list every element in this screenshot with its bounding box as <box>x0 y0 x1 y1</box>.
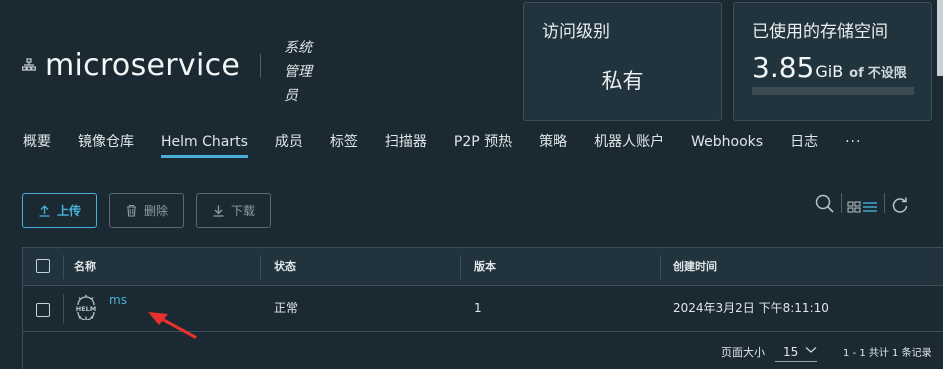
toolbar-separator <box>884 193 885 213</box>
column-separator[interactable] <box>460 255 461 279</box>
download-button[interactable]: 下载 <box>196 193 271 228</box>
table-header: 名称 状态 版本 创建时间 <box>23 248 943 286</box>
column-separator[interactable] <box>260 255 261 279</box>
select-all-checkbox[interactable] <box>36 259 50 273</box>
download-label: 下载 <box>230 204 255 218</box>
column-separator[interactable] <box>660 255 661 279</box>
tab-p2p-preheat[interactable]: P2P 预热 <box>454 130 512 158</box>
tab-policy[interactable]: 策略 <box>539 130 567 158</box>
tab-scanner[interactable]: 扫描器 <box>385 130 427 158</box>
tab-helm-charts[interactable]: Helm Charts <box>161 130 248 158</box>
delete-button[interactable]: 删除 <box>109 193 184 228</box>
column-header-name[interactable]: 名称 <box>74 248 96 285</box>
access-level-title: 访问级别 <box>542 22 610 42</box>
project-icon <box>22 58 36 71</box>
tab-labels[interactable]: 标签 <box>330 130 358 158</box>
helm-icon: HELM <box>76 294 97 320</box>
tab-robot-accounts[interactable]: 机器人账户 <box>594 130 664 158</box>
storage-card: 已使用的存储空间 3.85GiB of 不设限 <box>733 2 932 121</box>
project-title: microservice <box>45 48 241 83</box>
tab-repositories[interactable]: 镜像仓库 <box>78 130 134 158</box>
download-icon <box>213 205 224 217</box>
row-checkbox[interactable] <box>36 303 50 317</box>
chart-created-time: 2024年3月2日 下午8:11:10 <box>673 301 829 315</box>
chart-status: 正常 <box>274 301 299 315</box>
svg-text:HELM: HELM <box>76 305 97 313</box>
column-header-status[interactable]: 状态 <box>274 248 296 285</box>
page-size-label: 页面大小 <box>721 346 765 359</box>
upload-label: 上传 <box>56 204 81 218</box>
storage-limit: 不设限 <box>867 66 907 81</box>
storage-unit: GiB <box>815 62 844 81</box>
column-header-created[interactable]: 创建时间 <box>673 248 717 285</box>
storage-of: of <box>849 66 864 81</box>
page-size-value: 15 <box>783 345 799 359</box>
tab-logs[interactable]: 日志 <box>790 130 818 158</box>
view-toggle-icon[interactable] <box>847 196 879 218</box>
search-icon[interactable] <box>814 193 836 215</box>
storage-used: 3.85 <box>752 51 815 84</box>
trash-icon <box>126 204 136 217</box>
upload-icon <box>39 205 50 217</box>
access-level-card: 访问级别 私有 <box>523 2 722 121</box>
page-size-select[interactable]: 15 <box>775 340 817 362</box>
row-separator <box>63 294 64 324</box>
title-divider <box>260 54 261 78</box>
upload-button[interactable]: 上传 <box>22 193 97 228</box>
tab-summary[interactable]: 概要 <box>23 130 51 158</box>
annotation-arrow-icon <box>148 312 197 339</box>
chart-version: 1 <box>474 301 482 315</box>
delete-label: 删除 <box>143 204 168 218</box>
storage-progress-bar <box>752 87 914 95</box>
tab-webhooks[interactable]: Webhooks <box>691 130 763 158</box>
chart-name-link[interactable]: ms <box>109 278 127 323</box>
project-page: microservice 系统管理员 访问级别 私有 已使用的存储空间 3.85… <box>0 0 943 369</box>
tab-more[interactable]: ··· <box>845 130 861 158</box>
record-count: 1 - 1 共计 1 条记录 <box>843 348 932 359</box>
access-level-value: 私有 <box>601 69 644 93</box>
chevron-down-icon <box>805 347 817 353</box>
column-header-version[interactable]: 版本 <box>474 248 496 285</box>
column-separator <box>63 255 64 279</box>
project-tabs: 概要 镜像仓库 Helm Charts 成员 标签 扫描器 P2P 预热 策略 … <box>23 130 888 158</box>
storage-usage: 3.85GiB of 不设限 <box>752 51 907 84</box>
toolbar-separator <box>841 193 842 213</box>
storage-title: 已使用的存储空间 <box>752 22 888 42</box>
role-label: 系统管理员 <box>284 40 312 104</box>
refresh-icon[interactable] <box>891 194 909 216</box>
window-edge <box>937 0 943 76</box>
tab-members[interactable]: 成员 <box>275 130 303 158</box>
